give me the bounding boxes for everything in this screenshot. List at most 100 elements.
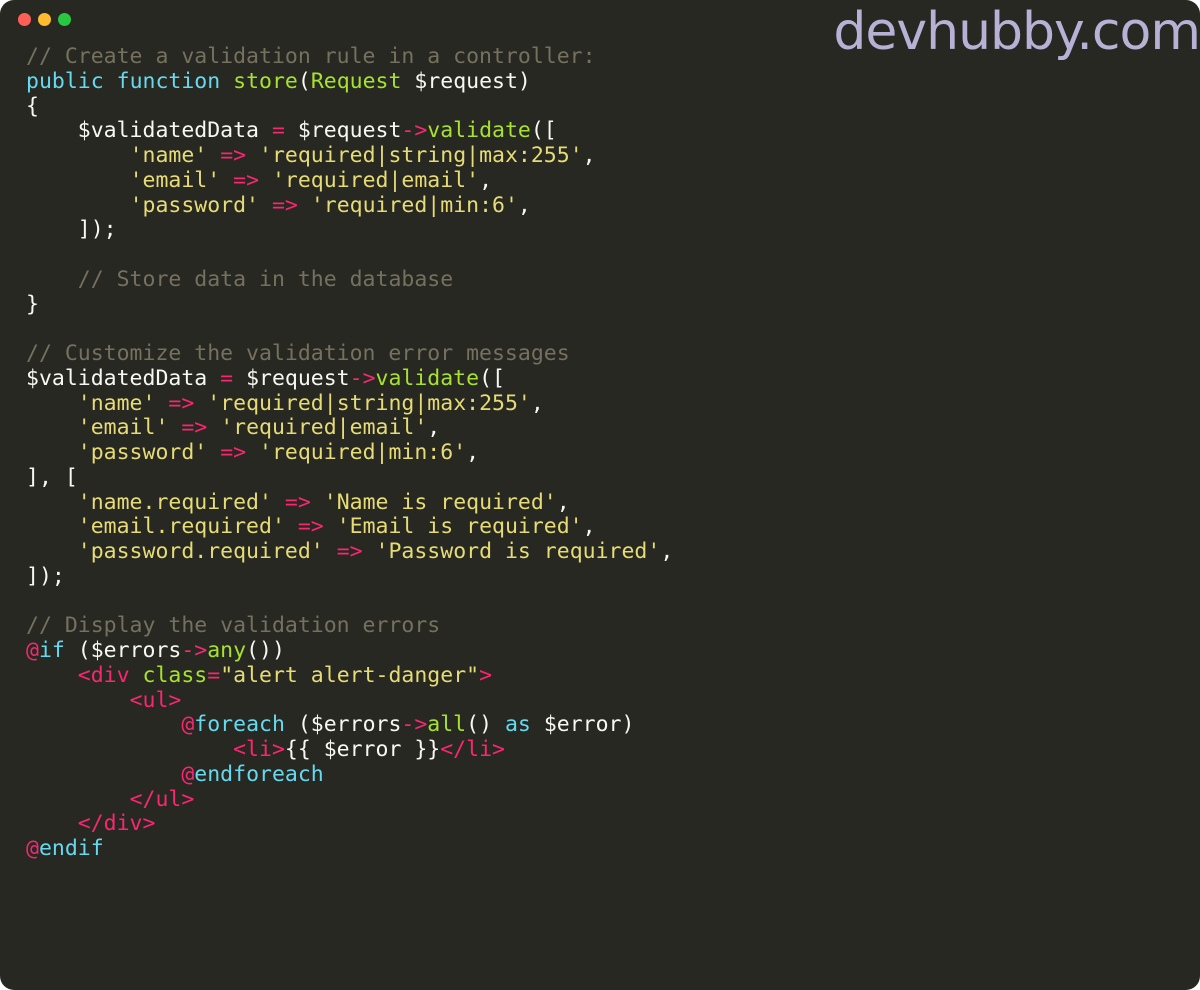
code-token-plain: ([ <box>530 118 557 144</box>
code-token-operator: </li> <box>440 737 505 762</box>
code-token-operator: <li> <box>233 737 285 762</box>
code-token-operator: => <box>336 539 363 564</box>
code-token-plain: $request <box>284 118 402 144</box>
code-token-comment: // Store data in the database <box>77 266 454 292</box>
code-token-function: Request <box>310 68 402 94</box>
code-line: @endforeach <box>26 761 673 788</box>
code-line: 'name' => 'required|string|max:255', <box>26 390 673 417</box>
code-token-keyword: endif <box>38 836 104 861</box>
code-token-operator: => <box>284 489 311 515</box>
code-token-string: 'required|string|max:255' <box>259 143 583 168</box>
code-token-keyword: foreach <box>194 712 285 738</box>
code-token-plain: $validatedData <box>26 118 272 144</box>
code-token-string: 'Email is required' <box>336 514 583 540</box>
code-line: // Store data in the database <box>26 266 673 293</box>
code-token-plain: { <box>26 93 39 119</box>
code-line: 'email' => 'required|email', <box>26 167 673 194</box>
code-token-operator: -> <box>349 365 376 391</box>
code-token-operator: = <box>220 365 234 391</box>
code-line: <li>{{ $error }}</li> <box>26 737 673 763</box>
code-token-string: 'required|min:6' <box>310 192 518 218</box>
code-token-string: "alert alert-danger" <box>220 662 480 688</box>
code-line: ]); <box>26 217 673 243</box>
code-token-operator: @ <box>26 836 39 861</box>
code-line: @if ($errors->any()) <box>26 638 673 664</box>
minimize-dot[interactable] <box>38 13 51 26</box>
code-token-plain: () <box>466 712 505 738</box>
code-token-keyword: if <box>38 638 65 663</box>
close-dot[interactable] <box>18 13 31 26</box>
code-line: // Customize the validation error messag… <box>26 341 673 367</box>
code-token-string: 'password' <box>129 192 260 218</box>
code-token-keyword: function <box>116 68 221 94</box>
code-token-plain: , <box>660 539 674 564</box>
code-window: devhubby.com // Create a validation rule… <box>0 0 1200 990</box>
code-line: </div> <box>26 811 673 837</box>
code-block: // Create a validation rule in a control… <box>26 44 674 862</box>
code-line: @endif <box>26 836 673 862</box>
code-token-comment: // Display the validation errors <box>26 613 441 639</box>
code-line: 'name.required' => 'Name is required', <box>26 489 673 516</box>
code-token-operator: => <box>181 415 208 441</box>
code-line: public function store(Request $request) <box>26 68 673 95</box>
watermark: devhubby.com <box>833 2 1200 62</box>
code-line: 'name' => 'required|string|max:255', <box>26 143 673 169</box>
code-token-plain: ( <box>297 68 311 94</box>
code-token-plain: , <box>427 415 441 441</box>
code-token-keyword: as <box>504 712 531 738</box>
code-token-operator: -> <box>401 118 428 144</box>
code-token-string: 'email' <box>129 167 221 193</box>
code-token-operator: -> <box>401 712 428 738</box>
maximize-dot[interactable] <box>58 13 71 26</box>
code-token-operator: => <box>271 192 298 218</box>
code-token-operator: => <box>233 167 260 193</box>
code-token-string: 'name' <box>129 143 208 168</box>
code-token-string: 'password.required' <box>77 539 324 564</box>
code-token-plain: , <box>582 143 596 168</box>
code-line: $validatedData = $request->validate([ <box>26 118 673 144</box>
code-line: ], [ <box>26 465 673 491</box>
code-token-plain: ($errors <box>64 638 182 663</box>
code-line: } <box>26 291 673 318</box>
code-token-keyword: endforeach <box>194 761 324 787</box>
code-token-comment: // Create a validation rule in a control… <box>26 44 596 69</box>
code-token-operator: @ <box>181 712 195 738</box>
code-token-plain: , <box>556 489 570 515</box>
code-token-operator: => <box>220 143 247 168</box>
code-token-string: 'email' <box>77 415 169 441</box>
code-token-plain: $request) <box>401 68 531 94</box>
code-token-string: 'password' <box>77 440 208 465</box>
code-token-string: 'required|min:6' <box>259 440 467 465</box>
code-token-string: 'required|string|max:255' <box>207 390 531 416</box>
code-token-comment: // Customize the validation error messag… <box>26 341 570 366</box>
code-token-plain: , <box>530 390 544 416</box>
code-token-plain: } <box>26 291 39 317</box>
code-token-operator: @ <box>26 638 39 663</box>
code-line: { <box>26 93 673 120</box>
